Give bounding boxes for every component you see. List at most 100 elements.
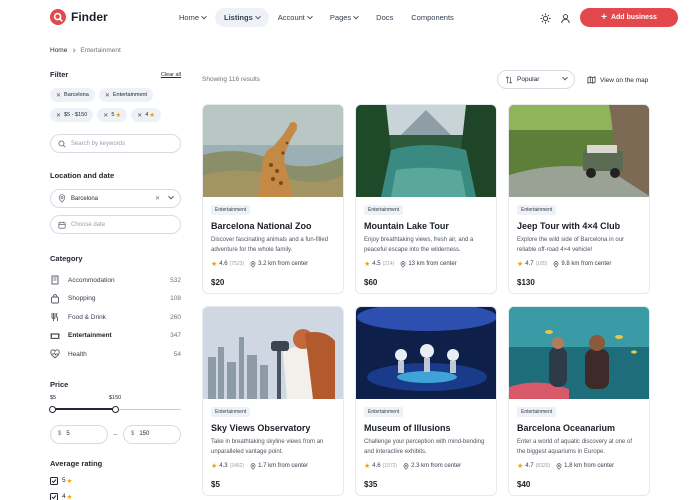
nav-listings[interactable]: Listings [215, 8, 269, 27]
logo-icon [50, 9, 66, 25]
listing-distance-text: 1.7 km from center [258, 463, 309, 469]
listing-distance-text: 2.3 km from center [411, 463, 462, 469]
checkbox[interactable] [50, 492, 58, 500]
listing-card[interactable]: Entertainment Barcelona Oceanarium Enter… [508, 306, 650, 496]
category-count: 532 [170, 276, 181, 284]
listing-card[interactable]: Entertainment Mountain Lake Tour Enjoy b… [355, 104, 497, 294]
listing-card[interactable]: Entertainment Jeep Tour with 4×4 Club Ex… [508, 104, 650, 294]
filter-tag-price[interactable]: ✕ $5 - $150 [50, 108, 94, 122]
category-count: 54 [173, 350, 181, 358]
filter-tag-entertainment[interactable]: ✕ Entertainment [98, 88, 154, 102]
listing-description: Discover fascinating animals and a fun-f… [211, 237, 329, 253]
listing-image[interactable] [356, 105, 496, 197]
close-icon[interactable]: ✕ [105, 92, 110, 99]
filter-tag-rating-5[interactable]: ✕ 5 ★ [97, 108, 128, 122]
add-business-button[interactable]: + Add business [580, 8, 678, 27]
listing-meta: ★ 4.5 (214) 13 km from center [364, 260, 488, 268]
nav-components[interactable]: Components [402, 8, 463, 27]
listing-title[interactable]: Barcelona National Zoo [211, 221, 335, 231]
brand-name: Finder [71, 10, 108, 24]
listing-image[interactable] [509, 105, 649, 197]
logo[interactable]: Finder [50, 9, 108, 25]
date-input[interactable]: Choose date [50, 215, 181, 234]
user-icon[interactable] [558, 11, 572, 25]
calendar-icon [58, 221, 66, 229]
listing-description: Challenge your perception with mind-bend… [364, 439, 485, 455]
listing-rating: 4.3 [219, 463, 228, 469]
add-business-label: Add business [610, 14, 657, 21]
category-title: Category [50, 254, 83, 263]
listing-image[interactable] [203, 105, 343, 197]
star-icon: ★ [66, 493, 73, 500]
rating-option-4[interactable]: 4 ★ [50, 489, 181, 500]
breadcrumb-home[interactable]: Home [50, 47, 67, 54]
category-item-health[interactable]: Health 54 [50, 345, 181, 364]
close-icon[interactable]: ✕ [137, 112, 142, 119]
date-placeholder: Choose date [71, 221, 106, 228]
view-map-link[interactable]: View on the map [587, 76, 648, 84]
listing-card[interactable]: Entertainment Barcelona National Zoo Dis… [202, 104, 344, 294]
close-icon[interactable]: ✕ [103, 112, 108, 119]
listing-description: Take in breathtaking skyline views from … [211, 439, 324, 455]
listing-reviews: (185) [535, 261, 548, 267]
nav-account[interactable]: Account [269, 8, 321, 27]
slider-handle-min[interactable] [49, 405, 56, 413]
filter-tag-rating-4[interactable]: ✕ 4 ★ [131, 108, 162, 122]
category-badge: Entertainment [364, 407, 404, 417]
location-select[interactable]: Barcelona ✕ [50, 189, 181, 208]
category-badge: Entertainment [517, 205, 557, 215]
listing-distance: 2.3 km from center [403, 462, 462, 470]
listing-image[interactable] [509, 307, 649, 399]
listing-image[interactable] [203, 307, 343, 399]
category-item-shopping[interactable]: Shopping 108 [50, 290, 181, 309]
sun-icon[interactable] [538, 11, 552, 25]
listing-image[interactable] [356, 307, 496, 399]
close-icon[interactable]: ✕ [56, 92, 61, 99]
nav-docs[interactable]: Docs [367, 8, 402, 27]
listing-description: Enjoy breathtaking views, fresh air, and… [364, 237, 474, 253]
close-icon[interactable]: ✕ [56, 112, 61, 119]
category-item-food-drink[interactable]: Food & Drink 260 [50, 308, 181, 327]
listing-distance-text: 1.8 km from center [564, 463, 615, 469]
price-max-input[interactable]: $150 [123, 424, 181, 444]
nav-home-label: Home [179, 13, 200, 22]
clear-all-link[interactable]: Clear all [161, 72, 181, 78]
listing-title[interactable]: Mountain Lake Tour [364, 221, 488, 231]
listing-distance-text: 3.2 km from center [258, 261, 309, 267]
listing-title[interactable]: Barcelona Oceanarium [517, 423, 641, 433]
nav-pages[interactable]: Pages [321, 8, 367, 27]
star-icon: ★ [364, 261, 371, 268]
sort-select[interactable]: Popular [497, 70, 575, 89]
listing-card[interactable]: Entertainment Sky Views Observatory Take… [202, 306, 344, 496]
clear-icon[interactable]: ✕ [155, 195, 160, 202]
listing-card[interactable]: Entertainment Museum of Illusions Challe… [355, 306, 497, 496]
slider-handle-max[interactable] [112, 405, 119, 413]
view-map-label: View on the map [600, 76, 649, 84]
rating-option-5[interactable]: 5 ★ [50, 473, 181, 489]
price-inputs: $5 – $150 [50, 424, 181, 444]
category-item-accommodation[interactable]: Accommodation 532 [50, 271, 181, 290]
star-icon: ★ [66, 477, 73, 485]
keyword-search-input[interactable]: Search by keywords [50, 134, 181, 153]
listing-title[interactable]: Jeep Tour with 4×4 Club [517, 221, 641, 231]
price-slider[interactable]: $5 $150 [49, 395, 181, 421]
category-name: Food & Drink [68, 313, 106, 321]
listing-price: $20 [211, 278, 225, 287]
category-count: 260 [170, 313, 181, 321]
dollar-icon: $ [58, 431, 62, 437]
chevron-right-icon [71, 48, 76, 53]
nav-home[interactable]: Home [170, 8, 215, 27]
checkbox[interactable] [50, 476, 58, 485]
price-min-input[interactable]: $5 [50, 424, 108, 444]
category-item-entertainment[interactable]: Entertainment 347 [50, 327, 181, 346]
listing-distance: 3.2 km from center [250, 260, 309, 268]
rating-options: 5 ★ 4 ★ [50, 473, 181, 500]
filter-tag-barcelona[interactable]: ✕ Barcelona [50, 88, 95, 102]
dollar-icon: $ [131, 431, 135, 437]
listing-title[interactable]: Museum of Illusions [364, 423, 488, 433]
nav-listings-label: Listings [224, 13, 253, 22]
listing-distance-text: 9.8 km from center [561, 261, 612, 267]
listing-title[interactable]: Sky Views Observatory [211, 423, 335, 433]
listing-price: $130 [517, 278, 535, 287]
nav-pages-label: Pages [329, 13, 352, 22]
